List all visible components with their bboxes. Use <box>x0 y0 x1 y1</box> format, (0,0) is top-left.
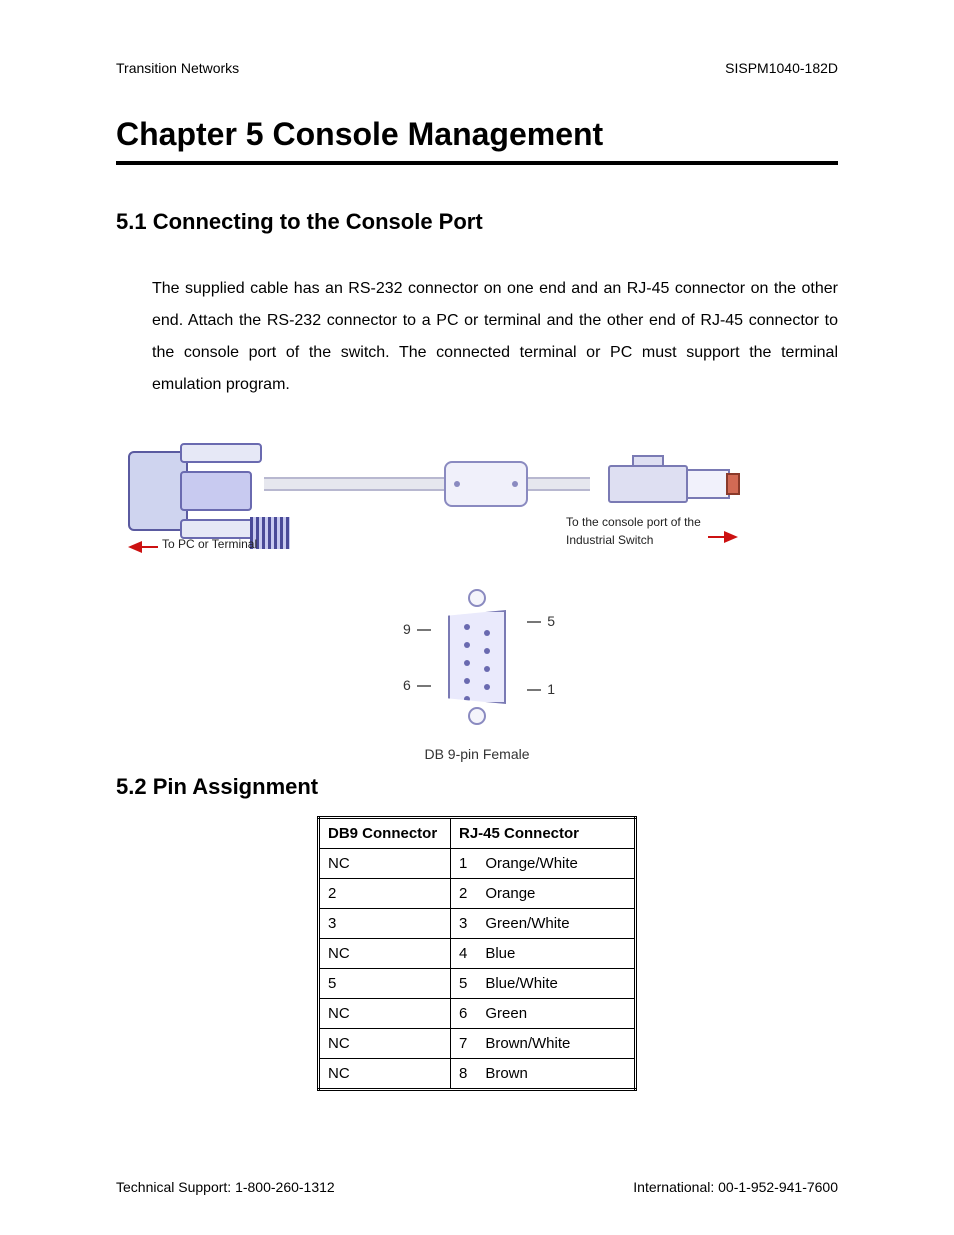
th-db9: DB9 Connector <box>319 818 451 849</box>
table-row: NC 7 Brown/White <box>319 1029 636 1059</box>
cell-rj45-color: Orange <box>485 885 535 902</box>
pin-assignment-table: DB9 Connector RJ-45 Connector NC 1 Orange/… <box>317 816 637 1091</box>
pin-tick-icon <box>527 689 541 691</box>
table-row: 33 Green/White <box>319 909 636 939</box>
table-row: NC 8 Brown <box>319 1059 636 1090</box>
arrow-left-line-icon <box>140 546 158 548</box>
paragraph-1: The supplied cable has an RS-232 connect… <box>152 273 838 401</box>
cable-line-icon <box>264 477 590 491</box>
header-right: SISPM1040-182D <box>725 60 838 76</box>
cell-rj45: 8 Brown <box>451 1059 636 1090</box>
cell-db9: 3 <box>319 909 451 939</box>
rj45-connector-icon <box>608 461 738 507</box>
page-footer: Technical Support: 1-800-260-1312 Intern… <box>116 1179 838 1195</box>
cell-rj45-color: Green <box>485 1005 527 1022</box>
cell-rj45-color: Green/White <box>485 915 569 932</box>
table-row: 22 Orange <box>319 879 636 909</box>
cell-rj45-num: 3 <box>459 915 467 932</box>
db9-face-diagram: 9 6 5 1 DB 9-pin Female <box>367 583 587 762</box>
page: Transition Networks SISPM1040-182D Chapt… <box>0 0 954 1235</box>
cell-rj45-num: 1 <box>459 855 467 872</box>
cell-db9: 5 <box>319 969 451 999</box>
pin-label-1: 1 <box>547 681 555 697</box>
table-header-row: DB9 Connector RJ-45 Connector <box>319 818 636 849</box>
table-row: NC 4 Blue <box>319 939 636 969</box>
cable-label-left: To PC or Terminal <box>162 537 257 551</box>
cell-db9: NC <box>319 1029 451 1059</box>
ferrite-core-icon <box>444 461 528 507</box>
table-row: 55 Blue/White <box>319 969 636 999</box>
cell-db9: NC <box>319 1059 451 1090</box>
section-5-2-heading: 5.2 Pin Assignment <box>116 774 838 800</box>
cable-diagram: To PC or Terminal To the console port of… <box>116 425 838 565</box>
pin-table-wrap: DB9 Connector RJ-45 Connector NC 1 Orange/… <box>116 816 838 1091</box>
arrow-right-icon <box>724 531 738 543</box>
screw-icon <box>468 707 486 725</box>
cell-db9: 2 <box>319 879 451 909</box>
cell-rj45-num: 8 <box>459 1065 467 1082</box>
cell-rj45-num: 5 <box>459 975 467 992</box>
cell-db9: NC <box>319 849 451 879</box>
pin-tick-icon <box>417 685 431 687</box>
footer-right: International: 00-1-952-941-7600 <box>633 1179 838 1195</box>
cell-rj45-num: 6 <box>459 1005 467 1022</box>
pin-label-6: 6 <box>403 677 411 693</box>
cell-rj45: 4 Blue <box>451 939 636 969</box>
running-header: Transition Networks SISPM1040-182D <box>116 60 838 76</box>
cell-rj45-color: Blue/White <box>485 975 558 992</box>
cell-rj45-num: 7 <box>459 1035 467 1052</box>
cell-rj45-color: Brown/White <box>485 1035 570 1052</box>
footer-left: Technical Support: 1-800-260-1312 <box>116 1179 335 1195</box>
cell-rj45-color: Brown <box>485 1065 528 1082</box>
table-row: NC 1 Orange/White <box>319 849 636 879</box>
cable-label-right: To the console port of the Industrial Sw… <box>566 513 706 549</box>
pin-tick-icon <box>527 621 541 623</box>
cell-rj45: 5 Blue/White <box>451 969 636 999</box>
cell-rj45: 6 Green <box>451 999 636 1029</box>
cell-rj45: 3 Green/White <box>451 909 636 939</box>
cell-rj45: 7 Brown/White <box>451 1029 636 1059</box>
table-row: NC 6 Green <box>319 999 636 1029</box>
pin-label-9: 9 <box>403 621 411 637</box>
chapter-rule <box>116 161 838 165</box>
db9-face-shell-icon <box>448 610 506 704</box>
cell-db9: NC <box>319 999 451 1029</box>
cell-rj45: 1 Orange/White <box>451 849 636 879</box>
cell-rj45-color: Blue <box>485 945 515 962</box>
cell-rj45-num: 2 <box>459 885 467 902</box>
section-5-1-heading: 5.1 Connecting to the Console Port <box>116 209 838 235</box>
cell-rj45-color: Orange/White <box>485 855 578 872</box>
cell-rj45-num: 4 <box>459 945 467 962</box>
pin-tick-icon <box>417 629 431 631</box>
chapter-title: Chapter 5 Console Management <box>116 116 838 153</box>
db9-face-caption: DB 9-pin Female <box>367 746 587 762</box>
pin-label-5: 5 <box>547 613 555 629</box>
header-left: Transition Networks <box>116 60 239 76</box>
th-rj45: RJ-45 Connector <box>451 818 636 849</box>
db9-connector-icon <box>128 431 268 551</box>
screw-icon <box>468 589 486 607</box>
cell-rj45: 2 Orange <box>451 879 636 909</box>
cell-db9: NC <box>319 939 451 969</box>
